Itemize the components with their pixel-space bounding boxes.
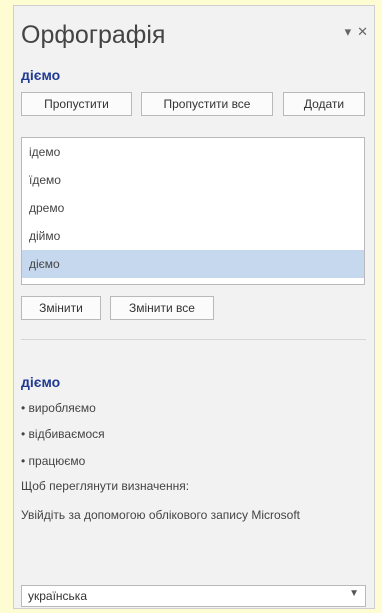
misspelled-word: діємо <box>21 67 61 83</box>
definition-prompt: Щоб переглянути визначення: <box>21 479 190 493</box>
change-all-button[interactable]: Змінити все <box>110 296 214 320</box>
suggestion-item[interactable]: дремо <box>22 194 364 222</box>
signin-link[interactable]: Увійдіть за допомогою облікового запису … <box>21 507 366 524</box>
ignore-all-button[interactable]: Пропустити все <box>141 92 273 116</box>
ignore-button[interactable]: Пропустити <box>21 92 132 116</box>
suggestion-item[interactable]: діймо <box>22 222 364 250</box>
language-value: українська <box>28 589 87 603</box>
pane-title: Орфографія <box>21 21 166 49</box>
spelling-pane: Орфографія ▾ ✕ діємо Пропустити Пропусти… <box>13 5 375 609</box>
section-divider <box>21 339 366 340</box>
pane-controls: ▾ ✕ <box>345 24 368 40</box>
pane-options-icon[interactable]: ▾ <box>345 24 352 40</box>
chevron-down-icon: ▼ <box>349 588 359 599</box>
language-select[interactable]: українська ▼ <box>21 585 366 607</box>
suggestion-item[interactable]: ідемо <box>22 138 364 166</box>
close-icon[interactable]: ✕ <box>357 24 368 40</box>
synonym-item: • працюємо <box>21 454 86 468</box>
suggestion-item[interactable]: їдемо <box>22 166 364 194</box>
change-button[interactable]: Змінити <box>21 296 101 320</box>
suggestions-list[interactable]: ідемо їдемо дремо діймо діємо <box>21 137 365 285</box>
synonym-item: • виробляємо <box>21 401 96 415</box>
definition-word: діємо <box>21 374 61 390</box>
synonym-item: • відбиваємося <box>21 427 105 441</box>
add-button[interactable]: Додати <box>283 92 365 116</box>
suggestion-item-selected[interactable]: діємо <box>22 250 364 278</box>
